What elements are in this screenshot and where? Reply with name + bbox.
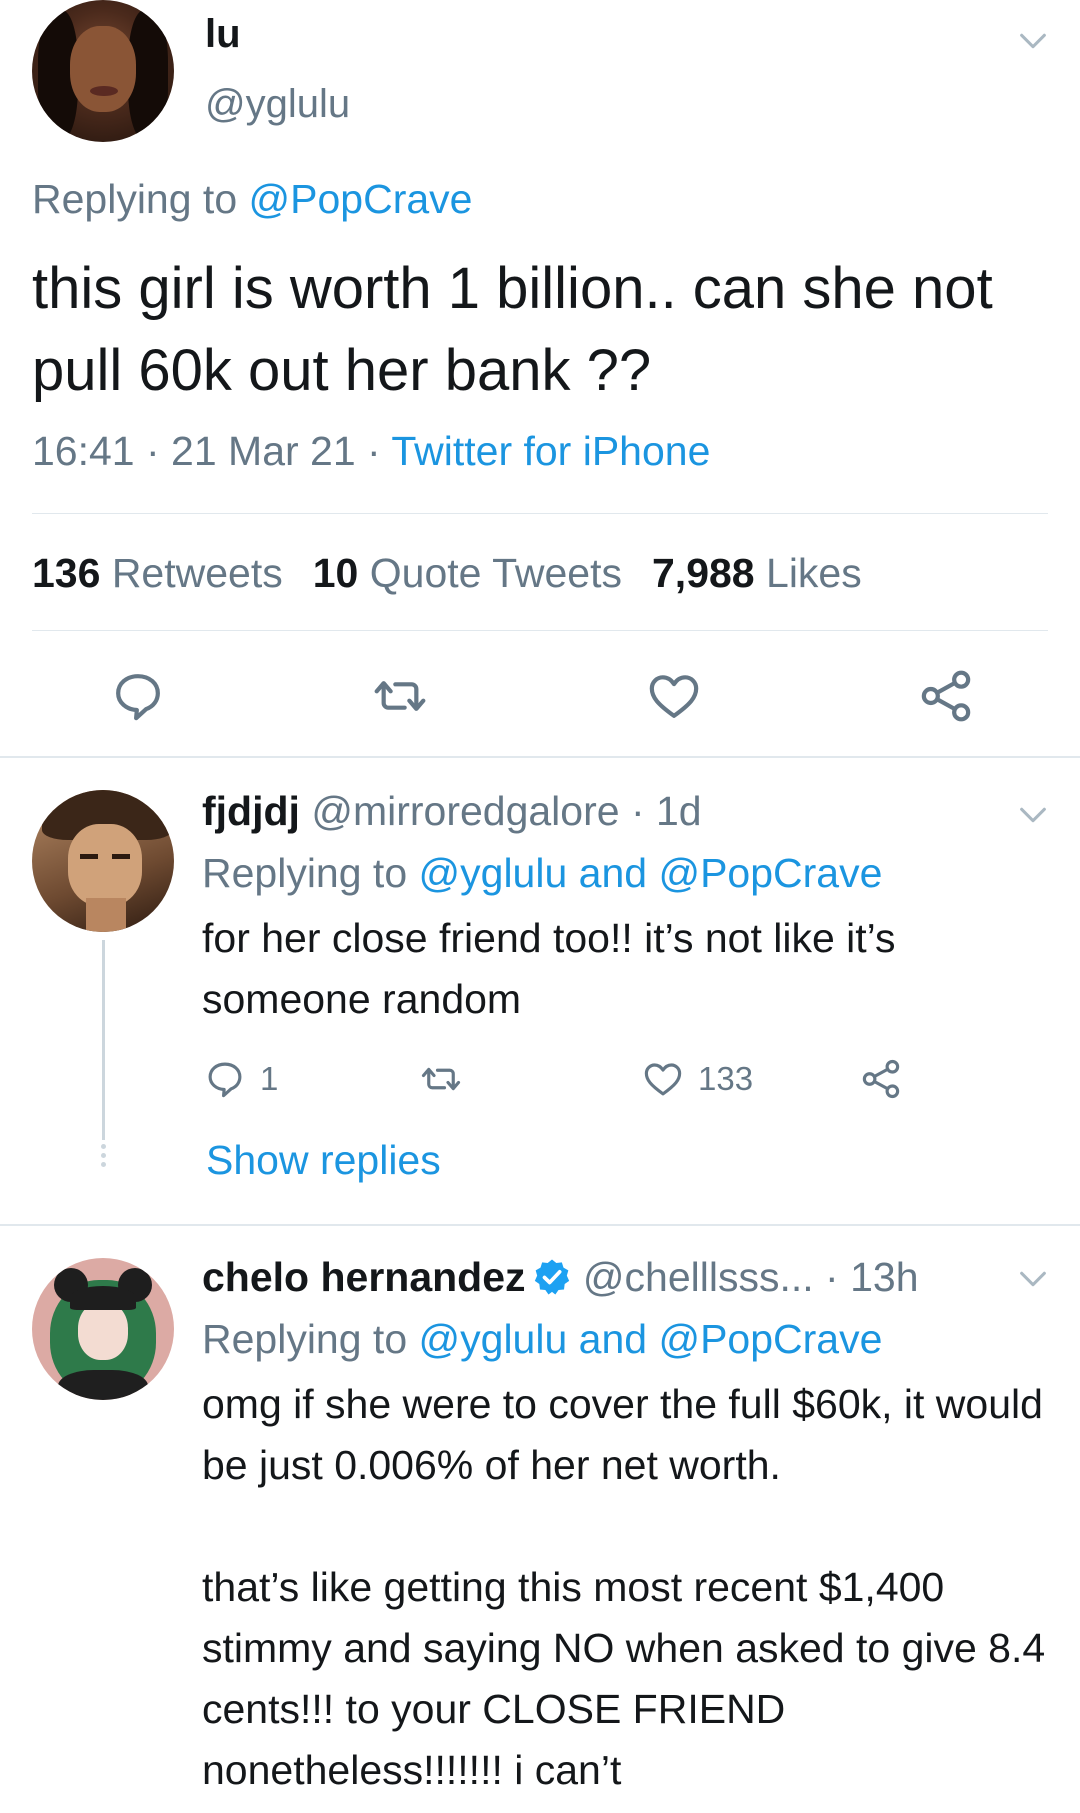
replying-to-link[interactable]: @yglulu and @PopCrave <box>419 1316 883 1362</box>
reply-2-handle[interactable]: @chelllsss... <box>583 1254 814 1300</box>
verified-badge-icon <box>534 1259 569 1295</box>
tweet-date: 21 Mar 21 <box>171 428 356 474</box>
retweets-label: Retweets <box>111 550 283 596</box>
chevron-down-icon[interactable] <box>1016 798 1050 832</box>
quote-tweets-stat[interactable]: 10 Quote Tweets <box>313 550 622 596</box>
main-tweet-text: this girl is worth 1 billion.. can she n… <box>32 256 993 403</box>
replying-label: Replying to <box>32 176 249 222</box>
thread-line <box>102 940 105 1140</box>
reply-2-age: 13h <box>850 1254 919 1300</box>
reply-1-like-action[interactable]: 133 <box>642 1058 753 1100</box>
main-display-name[interactable]: lu <box>205 12 241 57</box>
likes-label: Likes <box>766 550 862 596</box>
reply-1-share-action[interactable] <box>860 1058 902 1100</box>
reply-1-retweet-action[interactable] <box>420 1058 462 1100</box>
replying-label: Replying to <box>202 1316 419 1362</box>
reply-1-text: for her close friend too!! it’s not like… <box>202 915 896 1022</box>
reply-2-paragraph-1: omg if she were to cover the full $60k, … <box>202 1381 1043 1488</box>
quote-label: Quote Tweets <box>369 550 622 596</box>
reply-2-header: chelo hernandez @chelllsss... · 13h <box>202 1254 919 1300</box>
reply-2-display-name[interactable]: chelo hernandez <box>202 1254 526 1300</box>
reply-2-replying-to: Replying to @yglulu and @PopCrave <box>202 1316 882 1363</box>
retweets-stat[interactable]: 136 Retweets <box>32 550 283 596</box>
divider <box>32 513 1048 514</box>
reply-1-header: fjdjdj @mirroredgalore · 1d <box>202 788 702 834</box>
like-icon[interactable] <box>646 668 702 724</box>
divider <box>32 630 1048 631</box>
avatar-reply-2[interactable] <box>32 1258 174 1400</box>
likes-stat[interactable]: 7,988 Likes <box>652 550 862 596</box>
reply-1-display-name[interactable]: fjdjdj <box>202 788 300 834</box>
reply-1-reply-count: 1 <box>260 1060 279 1097</box>
reply-1-reply-action[interactable]: 1 <box>204 1058 278 1100</box>
tweet-source[interactable]: Twitter for iPhone <box>391 428 710 474</box>
reply-1-like-count: 133 <box>698 1060 754 1097</box>
divider <box>0 756 1080 758</box>
main-replying-to: Replying to @PopCrave <box>32 176 472 223</box>
share-icon[interactable] <box>918 668 974 724</box>
avatar-reply-1[interactable] <box>32 790 174 932</box>
likes-count: 7,988 <box>652 550 755 596</box>
avatar-main[interactable] <box>32 0 174 142</box>
tweet-time: 16:41 <box>32 428 135 474</box>
replying-to-link[interactable]: @PopCrave <box>249 176 473 222</box>
tweet-stats: 136 Retweets 10 Quote Tweets 7,988 Likes <box>32 550 862 597</box>
replying-to-link[interactable]: @yglulu and @PopCrave <box>419 850 883 896</box>
chevron-down-icon[interactable] <box>1016 1262 1050 1296</box>
main-handle[interactable]: @yglulu <box>205 82 350 127</box>
like-icon[interactable] <box>642 1058 684 1100</box>
retweet-icon[interactable] <box>372 668 428 724</box>
thread-dots <box>100 1144 107 1171</box>
chevron-down-icon[interactable] <box>1016 24 1050 58</box>
tweet-meta: 16:41 · 21 Mar 21 · Twitter for iPhone <box>32 428 711 474</box>
twitter-thread: lu @yglulu Replying to @PopCrave this gi… <box>0 0 1080 1813</box>
retweets-count: 136 <box>32 550 101 596</box>
reply-2-text: omg if she were to cover the full $60k, … <box>202 1374 1052 1801</box>
replying-label: Replying to <box>202 850 419 896</box>
quote-count: 10 <box>312 550 359 596</box>
reply-1-handle[interactable]: @mirroredgalore <box>311 788 619 834</box>
divider <box>0 1224 1080 1226</box>
show-replies-link[interactable]: Show replies <box>206 1137 441 1184</box>
retweet-icon[interactable] <box>420 1058 462 1100</box>
reply-icon[interactable] <box>110 668 166 724</box>
reply-icon[interactable] <box>204 1058 246 1100</box>
reply-1-age: 1d <box>656 788 702 834</box>
share-icon[interactable] <box>860 1058 902 1100</box>
reply-2-paragraph-2: that’s like getting this most recent $1,… <box>202 1564 1046 1793</box>
reply-1-replying-to: Replying to @yglulu and @PopCrave <box>202 850 882 897</box>
